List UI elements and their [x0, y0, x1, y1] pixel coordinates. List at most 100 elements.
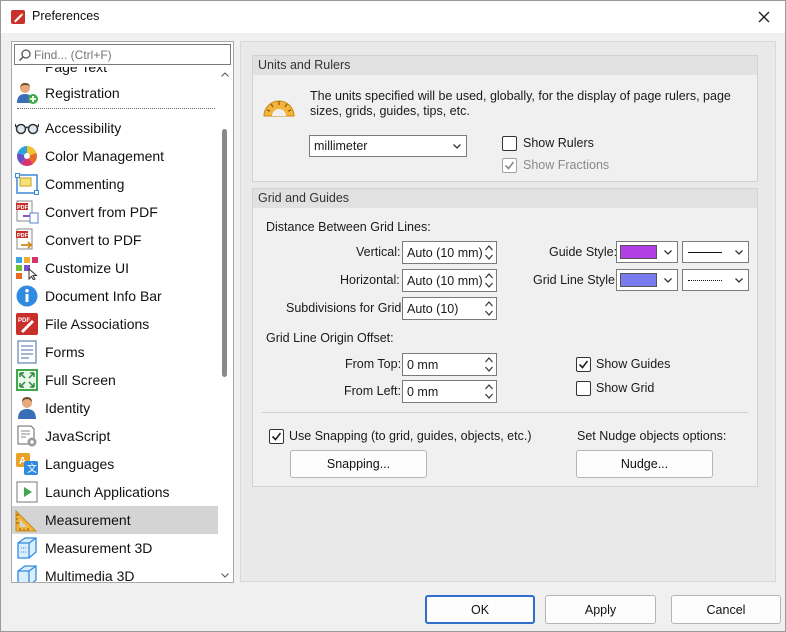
- list-item-customize-ui[interactable]: Customize UI: [12, 254, 218, 282]
- use-snapping-label: Use Snapping (to grid, guides, objects, …: [289, 429, 532, 443]
- units-description: The units specified will be used, global…: [310, 89, 731, 118]
- search-box[interactable]: [14, 44, 231, 65]
- units-select[interactable]: millimeter: [309, 135, 467, 157]
- forms-icon: [17, 340, 37, 364]
- category-panel: Page Text Registration Accessibility: [11, 41, 234, 583]
- page-text-icon: [15, 67, 39, 79]
- chevron-down-icon: [664, 250, 672, 255]
- list-item-convert-to-pdf[interactable]: PDF Convert to PDF: [12, 226, 218, 254]
- list-item-forms[interactable]: Forms: [12, 338, 218, 366]
- comment-icon: [15, 173, 39, 195]
- list-item-registration[interactable]: Registration: [12, 79, 218, 107]
- spin-arrows-icon[interactable]: [484, 299, 494, 318]
- list-item-label: Measurement 3D: [45, 540, 153, 556]
- glasses-icon: [15, 123, 39, 135]
- checkmark-icon: [271, 432, 282, 441]
- apply-button[interactable]: Apply: [545, 595, 656, 624]
- horizontal-spinbox[interactable]: Auto (10 mm): [402, 269, 497, 292]
- info-icon: [16, 285, 38, 307]
- languages-icon: A 文: [16, 453, 38, 475]
- show-grid-label: Show Grid: [596, 381, 655, 395]
- list-item-convert-from-pdf[interactable]: PDF Convert from PDF: [12, 198, 218, 226]
- pdf-file-icon: PDF: [16, 313, 38, 335]
- multimedia-3d-icon: [17, 565, 37, 582]
- list-item-identity[interactable]: Identity: [12, 394, 218, 422]
- vertical-label: Vertical:: [356, 245, 401, 259]
- list-item-javascript[interactable]: JavaScript: [12, 422, 218, 450]
- snapping-button[interactable]: Snapping...: [290, 450, 427, 478]
- list-item-color-management[interactable]: Color Management: [12, 142, 218, 170]
- from-top-spinbox[interactable]: 0 mm: [402, 353, 497, 376]
- guide-line-select[interactable]: [682, 241, 749, 263]
- vertical-spinbox[interactable]: Auto (10 mm): [402, 241, 497, 264]
- category-scrollbar[interactable]: [218, 67, 232, 582]
- use-snapping-checkbox[interactable]: [269, 429, 284, 444]
- settings-panel: Units and Rulers The units specified wil…: [240, 41, 776, 582]
- show-rulers-checkbox[interactable]: [502, 136, 517, 151]
- spin-arrows-icon[interactable]: [484, 243, 494, 262]
- units-rulers-group: Units and Rulers The units specified wil…: [252, 55, 758, 182]
- chevron-down-icon: [735, 278, 743, 283]
- measurement-icon: [15, 509, 38, 532]
- checkmark-icon: [578, 360, 589, 369]
- list-item-label: Launch Applications: [45, 484, 170, 500]
- show-guides-checkbox[interactable]: [576, 357, 591, 372]
- list-item-label: Commenting: [45, 176, 125, 192]
- close-button[interactable]: [743, 1, 785, 33]
- spin-arrows-icon[interactable]: [484, 271, 494, 290]
- launch-applications-icon: [16, 481, 38, 503]
- preferences-dialog: Preferences Page Text: [0, 0, 786, 632]
- list-item-label: Measurement: [45, 512, 131, 528]
- list-item-label: Customize UI: [45, 260, 130, 276]
- grid-line-select[interactable]: [682, 269, 749, 291]
- identity-icon: [18, 397, 36, 419]
- show-fractions-checkbox[interactable]: [502, 158, 517, 173]
- list-item-label: Languages: [45, 456, 115, 472]
- guide-color-swatch: [620, 245, 657, 259]
- list-item-document-info-bar[interactable]: Document Info Bar: [12, 282, 218, 310]
- list-item-label: Convert to PDF: [45, 232, 142, 248]
- search-icon: [18, 48, 31, 61]
- spin-arrows-icon[interactable]: [484, 355, 494, 374]
- list-item-languages[interactable]: A 文 Languages: [12, 450, 218, 478]
- spin-arrows-icon[interactable]: [484, 382, 494, 401]
- nudge-button[interactable]: Nudge...: [576, 450, 713, 478]
- customize-ui-icon: [16, 257, 38, 280]
- chevron-down-icon: [453, 144, 461, 149]
- grid-color-select[interactable]: [616, 269, 678, 291]
- list-item-commenting[interactable]: Commenting: [12, 170, 218, 198]
- list-item-file-associations[interactable]: PDF File Associations: [12, 310, 218, 338]
- guide-color-select[interactable]: [616, 241, 678, 263]
- list-item-label: Document Info Bar: [45, 288, 162, 304]
- show-grid-checkbox[interactable]: [576, 381, 591, 396]
- window-title: Preferences: [32, 9, 100, 23]
- list-item-measurement[interactable]: Measurement: [12, 506, 218, 534]
- vertical-value: Auto (10 mm): [407, 245, 483, 260]
- distance-label: Distance Between Grid Lines:: [266, 220, 431, 234]
- units-select-value: millimeter: [314, 139, 368, 153]
- list-item-multimedia-3d[interactable]: Multimedia 3D: [12, 562, 218, 582]
- list-item-label: File Associations: [45, 316, 150, 332]
- convert-to-pdf-icon: PDF: [16, 228, 34, 250]
- list-item-launch-applications[interactable]: Launch Applications: [12, 478, 218, 506]
- grid-color-swatch: [620, 273, 657, 287]
- from-left-value: 0 mm: [407, 384, 439, 399]
- list-item-label: Multimedia 3D: [45, 568, 135, 582]
- grid-line-style-label: Grid Line Style:: [533, 273, 619, 287]
- chevron-down-icon: [735, 250, 743, 255]
- scroll-up-button[interactable]: [218, 67, 232, 81]
- search-input[interactable]: [34, 47, 224, 62]
- scroll-thumb[interactable]: [222, 129, 227, 377]
- list-item-full-screen[interactable]: Full Screen: [12, 366, 218, 394]
- ok-button[interactable]: OK: [425, 595, 535, 624]
- list-item-measurement-3d[interactable]: Measurement 3D: [12, 534, 218, 562]
- scroll-down-button[interactable]: [218, 568, 232, 582]
- list-item-label: Identity: [45, 400, 91, 416]
- subdivisions-spinbox[interactable]: Auto (10): [402, 297, 497, 320]
- list-item-accessibility[interactable]: Accessibility: [12, 114, 218, 142]
- subdivisions-label: Subdivisions for Grid:: [286, 301, 405, 315]
- from-left-spinbox[interactable]: 0 mm: [402, 380, 497, 403]
- list-item-label: Accessibility: [45, 120, 122, 136]
- svg-text:文: 文: [27, 462, 37, 475]
- cancel-button[interactable]: Cancel: [671, 595, 781, 624]
